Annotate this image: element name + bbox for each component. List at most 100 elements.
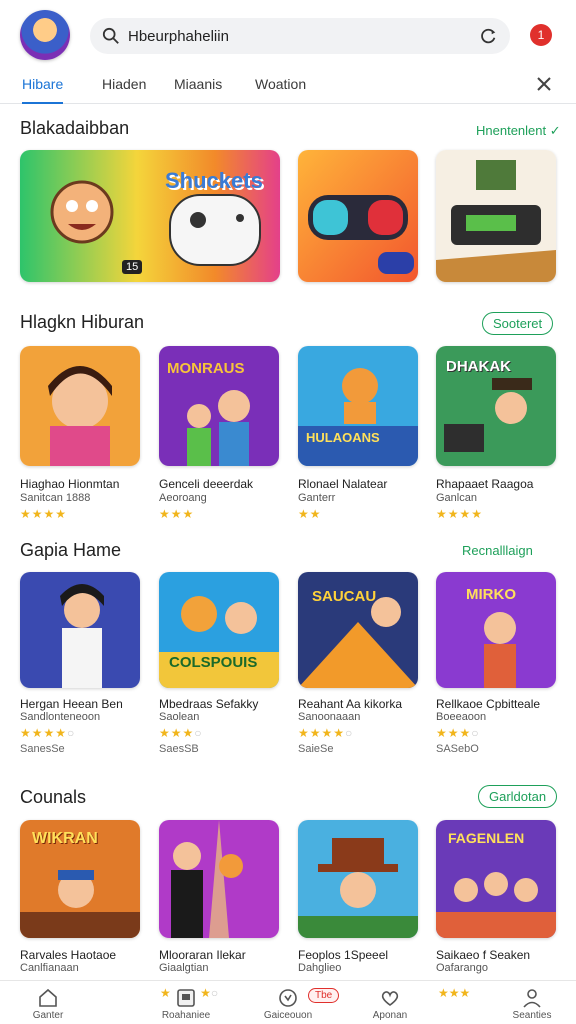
tab-0[interactable]: Hibare xyxy=(22,76,64,104)
controller-art xyxy=(298,150,418,282)
game-art-text-r2-3: MIRKO xyxy=(466,586,516,603)
search-icon xyxy=(102,27,119,44)
game-art-r3-2 xyxy=(298,820,418,938)
game-count-r2-1: SaesSB xyxy=(159,743,199,755)
nav-item-3[interactable]: Aponan xyxy=(350,987,430,1021)
game-count-r2-2: SaieSe xyxy=(298,743,334,755)
game-title-r3-2[interactable]: Feoplos 1Speeel xyxy=(298,948,388,962)
game-card-r3-0[interactable]: WIKRAN xyxy=(20,820,140,938)
top-bar: 1 xyxy=(0,0,576,68)
game-title-r1-0[interactable]: Hiaghao Hionmtan xyxy=(20,477,119,491)
see-all-2[interactable]: Sooteret xyxy=(482,312,554,335)
see-all-4[interactable]: Garldotan xyxy=(478,785,558,808)
game-art-text-r1-1: MONRAUS xyxy=(167,360,245,377)
game-sub-r3-1: Giaalgtian xyxy=(159,962,209,974)
game-title-r2-2[interactable]: Reahant Aa kikorka xyxy=(298,697,402,711)
game-card-r3-3[interactable]: FAGENLEN xyxy=(436,820,556,938)
rating-stars-r2-3: ★★★○ xyxy=(436,726,480,740)
nav-label-2: Gaiceouon xyxy=(263,1010,313,1021)
game-sub-r3-0: Canlfianaan xyxy=(20,962,79,974)
search-input[interactable] xyxy=(128,27,480,45)
game-title-r2-0[interactable]: Hergan Heean Ben xyxy=(20,697,123,711)
close-icon[interactable] xyxy=(534,74,554,94)
game-art-r1-2 xyxy=(298,346,418,466)
game-sub-r3-3: Oafarango xyxy=(436,962,488,974)
game-count-r2-0: SanesSe xyxy=(20,743,65,755)
see-all-3[interactable]: Recnalllaign xyxy=(462,540,533,561)
profile-icon xyxy=(523,989,541,1008)
section-title-3: Gapia Hame xyxy=(20,540,122,560)
game-title-r1-1[interactable]: Genceli deeerdak xyxy=(159,477,253,491)
see-all-featured-label: Hnentenlent xyxy=(476,123,547,138)
game-sub-r2-0: Sandlonteneoon xyxy=(20,711,101,723)
rating-stars-r1-0: ★★★★ xyxy=(20,507,68,521)
game-card-r1-0[interactable] xyxy=(20,346,140,466)
nav-item-4[interactable]: Seanties xyxy=(492,987,572,1021)
featured-badge: 15 xyxy=(122,260,143,274)
game-card-r1-3[interactable]: DHAKAK xyxy=(436,346,556,466)
game-art-r3-1 xyxy=(159,820,279,938)
home-icon xyxy=(39,988,57,1007)
tab-2[interactable]: Miaanis xyxy=(174,76,222,104)
section-title-featured: Blakadaibban xyxy=(20,118,130,138)
game-sub-r2-1: Saolean xyxy=(159,711,200,723)
nav-label-3: Aponan xyxy=(372,1010,408,1021)
section-title-2: Hlagkn Hiburan xyxy=(20,312,145,332)
featured-card-controller[interactable] xyxy=(298,150,418,282)
game-sub-r2-3: Boeeaoon xyxy=(436,711,487,723)
game-sub-r1-3: Ganlcan xyxy=(436,492,477,504)
rating-stars-r1-2: ★★ xyxy=(298,507,322,521)
game-card-r3-1[interactable] xyxy=(159,820,279,938)
nav-label-1: Roahaniee xyxy=(161,1010,211,1021)
rating-stars-r2-2: ★★★★○ xyxy=(298,726,354,740)
game-card-r1-2[interactable]: HULAOANS xyxy=(298,346,418,466)
game-title-r1-2[interactable]: Rlonael Nalatear xyxy=(298,477,387,491)
game-sub-r1-2: Ganterr xyxy=(298,492,336,504)
game-art-r2-0 xyxy=(20,572,140,688)
search-bar[interactable] xyxy=(90,18,510,54)
game-sub-r3-2: Dahglieo xyxy=(298,962,342,974)
avatar[interactable] xyxy=(20,10,70,60)
game-card-r1-1[interactable]: MONRAUS xyxy=(159,346,279,466)
games-icon xyxy=(279,989,297,1007)
tab-bar: Hibare Hiaden Miaanis Woation xyxy=(0,70,576,104)
game-title-r3-0[interactable]: Rarvales Haotaoe xyxy=(20,948,116,962)
game-title-r1-3[interactable]: Rhapaaet Raagoa xyxy=(436,477,533,491)
game-art-text-r2-2: SAUCAU xyxy=(312,588,377,605)
game-sub-r2-2: Sanoonaaan xyxy=(298,711,361,723)
game-art-text-r3-0: WIKRAN xyxy=(32,830,98,847)
game-art-text-r1-2: HULAOANS xyxy=(306,430,380,445)
see-all-featured[interactable]: Hnentenlent ✓ xyxy=(476,120,561,142)
game-title-r3-1[interactable]: Mlooraran Ilekar xyxy=(159,948,246,962)
game-card-r2-3[interactable]: MIRKO xyxy=(436,572,556,688)
featured-card-board[interactable] xyxy=(436,150,556,282)
game-title-r3-3[interactable]: Saikaeo f Seaken xyxy=(436,948,530,962)
nav-label-4: Seanties xyxy=(512,1010,552,1021)
game-card-r2-0[interactable] xyxy=(20,572,140,688)
tab-1[interactable]: Hiaden xyxy=(102,76,146,104)
rating-stars-r1-3: ★★★★ xyxy=(436,507,484,521)
game-card-r3-2[interactable] xyxy=(298,820,418,938)
nav-item-0[interactable]: Ganter xyxy=(8,987,88,1021)
nav-badge[interactable]: Tbe xyxy=(308,988,340,1003)
game-art-text-r2-1: COLSPOUIS xyxy=(169,654,258,671)
game-title-r2-3[interactable]: Rellkaoe Cpbitteale xyxy=(436,697,540,711)
rating-stars-r2-1: ★★★○ xyxy=(159,726,203,740)
rating-stars-r1-1: ★★★ xyxy=(159,507,195,521)
tab-3[interactable]: Woation xyxy=(255,76,306,104)
section-title-4: Counals xyxy=(20,787,87,807)
refresh-icon[interactable] xyxy=(480,27,498,45)
game-art-r1-0 xyxy=(20,346,140,466)
featured-banner[interactable]: Shuckets 15 xyxy=(20,150,280,282)
game-sub-r1-0: Sanitcan 1888 xyxy=(20,492,91,504)
rating-stars-r2-0: ★★★★○ xyxy=(20,726,76,740)
bottom-nav: Ganter Roahaniee Gaiceouon Aponan Seanti… xyxy=(0,980,576,1024)
game-title-r2-1[interactable]: Mbedraas Sefakky xyxy=(159,697,258,711)
board-art xyxy=(436,150,556,282)
game-count-r2-3: SASebO xyxy=(436,743,479,755)
game-card-r2-1[interactable]: COLSPOUIS xyxy=(159,572,279,688)
game-card-r2-2[interactable]: SAUCAU xyxy=(298,572,418,688)
notification-badge[interactable]: 1 xyxy=(530,24,552,46)
game-art-text-r1-3: DHAKAK xyxy=(446,358,511,375)
game-art-text-r3-3: FAGENLEN xyxy=(448,830,525,846)
